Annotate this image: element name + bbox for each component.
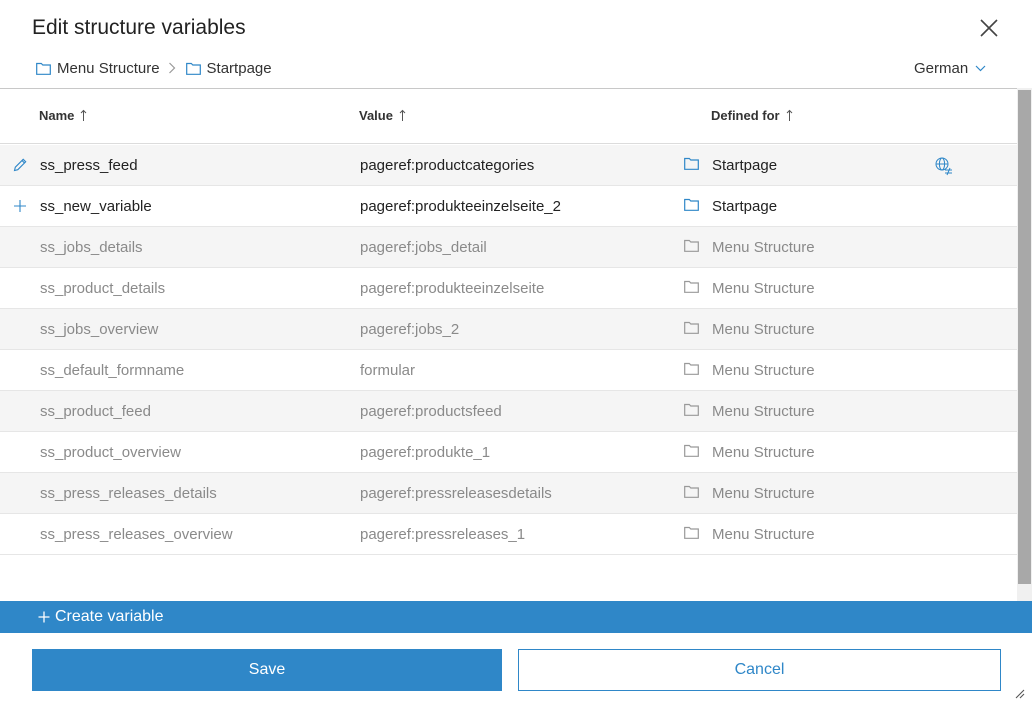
variable-name: ss_press_releases_details [40, 485, 217, 502]
folder-icon [684, 239, 699, 256]
language-unequal-icon[interactable] [934, 156, 954, 176]
breadcrumb-separator [168, 62, 176, 74]
defined-for: Menu Structure [712, 321, 815, 338]
table-row[interactable]: ss_press_releases_details pageref:pressre… [0, 473, 1017, 514]
variable-value: pageref:productcategories [360, 157, 535, 174]
table-row[interactable]: ss_product_overview pageref:produkte_1 Men… [0, 432, 1017, 473]
column-header-name[interactable]: Name [39, 108, 87, 123]
table-row[interactable]: ss_jobs_details pageref:jobs_detail Menu S… [0, 227, 1017, 268]
defined-for: Menu Structure [712, 362, 815, 379]
column-label: Value [359, 108, 393, 123]
column-label: Name [39, 108, 75, 123]
variable-value: pageref:produkte_1 [360, 444, 491, 461]
defined-for: Menu Structure [712, 526, 815, 543]
folder-icon [684, 444, 699, 461]
table-row[interactable]: ss_default_formname formular Menu Structur… [0, 350, 1017, 391]
table-row[interactable]: ss_product_feed pageref:productsfeed Menu … [0, 391, 1017, 432]
variable-name: ss_product_overview [40, 444, 181, 461]
variable-name: ss_jobs_details [40, 239, 143, 256]
close-icon [980, 19, 998, 37]
edit-structure-variables-dialog: Edit structure variables Menu Structure … [0, 0, 1032, 706]
variable-value: pageref:produkteeinzelseite [360, 280, 545, 297]
variable-name: ss_jobs_overview [40, 321, 159, 338]
table-row[interactable]: ss_press_releases_overview pageref:pressr… [0, 514, 1017, 555]
defined-for: Menu Structure [712, 239, 815, 256]
sort-arrow-up-icon [81, 109, 87, 121]
variable-name: ss_product_feed [40, 403, 151, 420]
chevron-right-icon [168, 62, 175, 74]
folder-icon [684, 198, 699, 215]
folder-icon [185, 62, 201, 75]
folder-icon [684, 485, 699, 502]
cancel-button[interactable]: Cancel [518, 649, 1001, 691]
pencil-icon [12, 157, 28, 173]
defined-for: Menu Structure [712, 403, 815, 420]
column-label: Defined for [711, 108, 780, 123]
breadcrumb-item-startpage[interactable]: Startpage [185, 59, 272, 77]
create-variable-button[interactable]: Create variable [0, 601, 1032, 633]
vertical-scrollbar[interactable] [1017, 88, 1032, 601]
defined-for: Menu Structure [712, 485, 815, 502]
table-header: Name Value Defined for [0, 89, 1017, 144]
resize-handle-icon[interactable] [1013, 687, 1025, 699]
variable-value: pageref:pressreleases_1 [360, 526, 526, 543]
language-select[interactable]: German [914, 60, 986, 77]
variable-value: pageref:productsfeed [360, 403, 502, 420]
variable-value: formular [360, 362, 416, 379]
breadcrumb-label: Menu Structure [57, 59, 160, 77]
plus-icon [12, 198, 28, 214]
variables-table: Name Value Defined for ss_press_feedpage… [0, 88, 1017, 601]
save-button[interactable]: Save [32, 649, 502, 691]
variable-name: ss_product_details [40, 280, 166, 297]
defined-for: Startpage [712, 157, 778, 174]
variable-value: pageref:jobs_detail [360, 239, 487, 256]
variable-name: ss_new_variable [40, 198, 152, 215]
variable-value: pageref:produkteeinzelseite_2 [360, 198, 561, 215]
table-row[interactable]: ss_new_variable pageref:produkteeinzelsei… [0, 186, 1017, 227]
sort-arrow-up-icon [786, 109, 792, 121]
defined-for: Startpage [712, 198, 778, 215]
table-row[interactable]: ss_jobs_overview pageref:jobs_2 Menu Struc… [0, 309, 1017, 350]
chevron-down-icon [975, 65, 986, 72]
breadcrumb: Menu Structure Startpage [36, 58, 272, 78]
scrollbar-thumb[interactable] [1018, 90, 1031, 584]
breadcrumb-label: Startpage [206, 59, 272, 77]
column-header-defined-for[interactable]: Defined for [711, 108, 793, 123]
defined-for: Menu Structure [712, 444, 815, 461]
folder-icon [36, 62, 51, 75]
breadcrumb-item-menu-structure[interactable]: Menu Structure [36, 60, 160, 77]
column-header-value[interactable]: Value [359, 108, 406, 123]
variable-name: ss_press_feed [40, 157, 138, 174]
variable-name: ss_default_formname [40, 362, 185, 379]
table-row[interactable]: ss_product_details pageref:produkteeinzel… [0, 268, 1017, 309]
plus-icon [38, 611, 50, 623]
folder-icon [684, 403, 699, 420]
variable-value: pageref:jobs_2 [360, 321, 460, 338]
defined-for: Menu Structure [712, 280, 815, 297]
close-button[interactable] [976, 15, 1002, 41]
create-variable-label: Create variable [55, 608, 164, 625]
folder-icon [684, 280, 699, 297]
folder-icon [684, 362, 699, 379]
folder-icon [684, 321, 699, 338]
folder-icon [684, 526, 699, 543]
language-selected: German [914, 60, 969, 77]
table-row[interactable]: ss_press_feed pageref:productcategories St… [0, 145, 1017, 186]
folder-icon [684, 157, 699, 174]
variable-value: pageref:pressreleasesdetails [360, 485, 552, 502]
dialog-title: Edit structure variables [32, 16, 246, 39]
sort-arrow-up-icon [399, 109, 406, 121]
variable-name: ss_press_releases_overview [40, 526, 233, 543]
